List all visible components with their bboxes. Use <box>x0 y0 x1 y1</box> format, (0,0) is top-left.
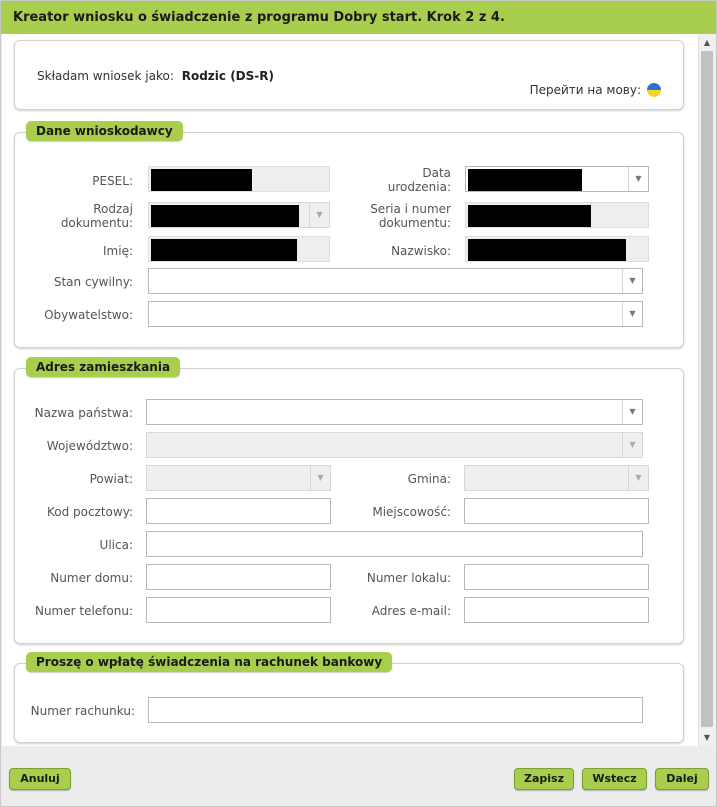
redacted-block <box>468 169 582 191</box>
chevron-down-icon[interactable]: ▼ <box>622 269 642 293</box>
first-name-field <box>148 236 330 262</box>
redacted-block <box>151 239 297 261</box>
language-switch[interactable]: Перейти на мову: <box>530 83 661 97</box>
account-number-label: Numer rachunku: <box>30 704 135 718</box>
pesel-field <box>148 166 330 192</box>
doc-type-dropdown: ▼ <box>148 202 330 228</box>
chevron-down-icon[interactable]: ▼ <box>622 400 642 424</box>
marital-status-dropdown[interactable]: ▼ <box>148 268 643 294</box>
scrollbar-thumb[interactable] <box>701 51 713 727</box>
next-button[interactable]: Dalej <box>655 768 709 790</box>
commune-label: Gmina: <box>407 472 451 486</box>
bank-account-panel: Numer rachunku: <box>14 663 684 743</box>
phone-label: Numer telefonu: <box>34 604 133 618</box>
country-dropdown[interactable]: ▼ <box>146 399 643 425</box>
chevron-down-icon: ▼ <box>309 203 329 227</box>
doc-number-field <box>465 202 649 228</box>
county-dropdown: ▼ <box>146 465 331 491</box>
doc-type-label: Rodzaj dokumentu: <box>60 202 133 230</box>
chevron-down-icon[interactable]: ▼ <box>628 167 648 191</box>
doc-number-label: Seria i numer dokumentu: <box>370 202 451 230</box>
flat-number-input[interactable] <box>464 564 649 590</box>
applicant-data-legend: Dane wnioskodawcy <box>26 121 183 141</box>
redacted-block <box>468 205 591 227</box>
voivodeship-label: Województwo: <box>46 439 133 453</box>
account-number-input[interactable] <box>148 697 643 723</box>
city-input[interactable] <box>464 498 649 524</box>
marital-status-label: Stan cywilny: <box>53 275 133 289</box>
chevron-down-icon: ▼ <box>310 466 330 490</box>
vertical-scrollbar[interactable]: ▲ ▼ <box>698 34 715 746</box>
applicant-type: Składam wniosek jako: Rodzic (DS-R) <box>37 69 274 83</box>
redacted-block <box>151 205 299 227</box>
country-label: Nazwa państwa: <box>34 406 133 420</box>
last-name-field <box>465 236 649 262</box>
form-scroll-area[interactable]: Składam wniosek jako: Rodzic (DS-R) Пере… <box>2 34 715 746</box>
postal-code-input[interactable] <box>146 498 331 524</box>
back-button[interactable]: Wstecz <box>582 768 647 790</box>
birthdate-dropdown[interactable]: ▼ <box>465 166 649 192</box>
window-title: Kreator wniosku o świadczenie z programu… <box>1 1 716 34</box>
redacted-block <box>468 239 626 261</box>
house-number-input[interactable] <box>146 564 331 590</box>
county-label: Powiat: <box>89 472 133 486</box>
scroll-down-icon[interactable]: ▼ <box>699 729 715 746</box>
first-name-label: Imię: <box>103 244 133 258</box>
scroll-up-icon[interactable]: ▲ <box>699 34 715 51</box>
house-number-label: Numer domu: <box>50 571 133 585</box>
address-panel: Nazwa państwa: ▼ Województwo: ▼ Powiat: … <box>14 368 684 644</box>
language-switch-label: Перейти на мову: <box>529 83 641 97</box>
bank-account-legend: Proszę o wpłatę świadczenia na rachunek … <box>26 652 393 672</box>
wizard-footer: Anuluj Zapisz Wstecz Dalej <box>1 748 716 806</box>
birthdate-label: Data urodzenia: <box>387 166 451 194</box>
email-label: Adres e-mail: <box>371 604 451 618</box>
applicant-type-panel: Składam wniosek jako: Rodzic (DS-R) Пере… <box>14 40 684 110</box>
street-label: Ulica: <box>99 538 133 552</box>
redacted-block <box>151 169 252 191</box>
email-input[interactable] <box>464 597 649 623</box>
ukraine-flag-icon[interactable] <box>647 83 661 97</box>
commune-dropdown: ▼ <box>464 465 649 491</box>
applicant-data-panel: PESEL: Data urodzenia: ▼ Rodzaj dokument… <box>14 132 684 348</box>
street-input[interactable] <box>146 531 643 557</box>
address-legend: Adres zamieszkania <box>26 357 181 377</box>
city-label: Miejscowość: <box>372 505 451 519</box>
pesel-label: PESEL: <box>92 174 133 188</box>
citizenship-dropdown[interactable]: ▼ <box>148 301 643 327</box>
chevron-down-icon: ▼ <box>628 466 648 490</box>
flat-number-label: Numer lokalu: <box>366 571 451 585</box>
voivodeship-dropdown: ▼ <box>146 432 643 458</box>
citizenship-label: Obywatelstwo: <box>44 308 133 322</box>
wizard-window: Kreator wniosku o świadczenie z programu… <box>0 0 717 807</box>
chevron-down-icon: ▼ <box>622 433 642 457</box>
cancel-button[interactable]: Anuluj <box>9 768 71 790</box>
applicant-type-label: Składam wniosek jako: <box>37 69 174 83</box>
chevron-down-icon[interactable]: ▼ <box>622 302 642 326</box>
last-name-label: Nazwisko: <box>391 244 451 258</box>
postal-code-label: Kod pocztowy: <box>46 505 133 519</box>
save-button[interactable]: Zapisz <box>514 768 574 790</box>
phone-input[interactable] <box>146 597 331 623</box>
applicant-type-value: Rodzic (DS-R) <box>181 69 274 83</box>
